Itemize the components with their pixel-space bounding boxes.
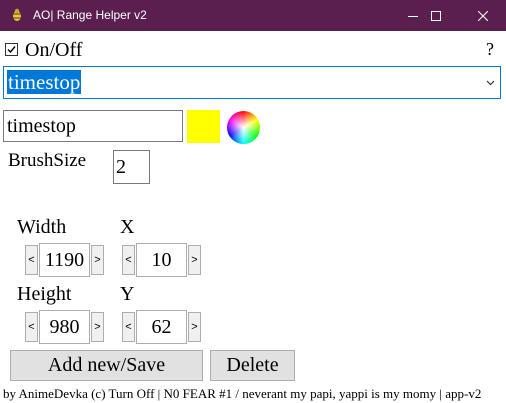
help-link[interactable]: ? xyxy=(486,38,494,60)
height-input[interactable]: 980 xyxy=(39,310,90,344)
height-increment-button[interactable]: > xyxy=(91,312,104,342)
onoff-checkbox[interactable] xyxy=(5,43,18,56)
color-wheel-icon[interactable] xyxy=(227,111,260,144)
checkmark-icon xyxy=(7,46,16,54)
height-decrement-button[interactable]: < xyxy=(25,312,38,342)
y-decrement-button[interactable]: < xyxy=(122,312,135,342)
brushsize-label: BrushSize xyxy=(8,150,87,171)
title-bar[interactable]: AO| Range Helper v2 xyxy=(0,0,506,31)
preset-selected-value: timestop xyxy=(7,70,82,94)
width-label: Width xyxy=(17,216,67,238)
close-icon xyxy=(478,10,488,21)
name-input[interactable]: timestop xyxy=(3,110,183,142)
chevron-down-icon[interactable] xyxy=(486,78,495,87)
color-swatch[interactable] xyxy=(187,110,220,143)
x-input[interactable]: 10 xyxy=(136,243,187,277)
window-title: AO| Range Helper v2 xyxy=(33,8,147,22)
add-save-button[interactable]: Add new/Save xyxy=(10,350,203,381)
x-decrement-button[interactable]: < xyxy=(122,245,135,275)
maximize-button[interactable] xyxy=(413,0,459,31)
x-label: X xyxy=(120,216,135,238)
y-label: Y xyxy=(120,283,135,305)
height-label: Height xyxy=(17,283,72,305)
bug-app-icon xyxy=(12,8,22,21)
y-increment-button[interactable]: > xyxy=(188,312,201,342)
preset-select[interactable]: timestop xyxy=(3,66,501,99)
brushsize-input[interactable]: 2 xyxy=(113,150,150,184)
onoff-label[interactable]: On/Off xyxy=(25,38,82,62)
close-button[interactable] xyxy=(460,0,506,31)
width-decrement-button[interactable]: < xyxy=(25,245,38,275)
y-input[interactable]: 62 xyxy=(136,310,187,344)
maximize-icon xyxy=(431,10,441,21)
width-input[interactable]: 1190 xyxy=(39,243,90,277)
status-bar: by AnimeDevka (c) Turn Off | N0 FEAR #1 … xyxy=(3,386,482,401)
delete-button[interactable]: Delete xyxy=(210,350,295,381)
width-increment-button[interactable]: > xyxy=(91,245,104,275)
x-increment-button[interactable]: > xyxy=(188,245,201,275)
